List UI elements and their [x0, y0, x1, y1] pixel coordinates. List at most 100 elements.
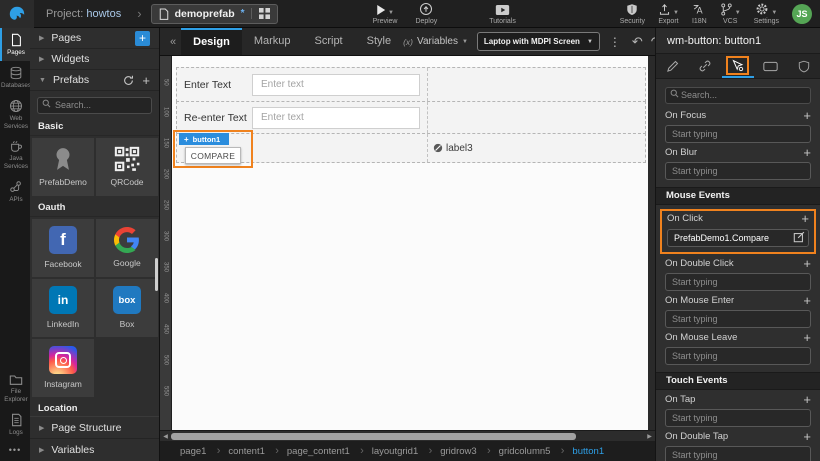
tab-style[interactable]: Style — [355, 28, 403, 55]
preview-button[interactable]: ▼ Preview — [373, 2, 398, 25]
sidebar-item-web-services[interactable]: Web Services — [0, 94, 30, 135]
group-header-location: Location — [30, 399, 159, 417]
prefab-tile-box[interactable]: box Box — [96, 279, 158, 337]
svg-text:A: A — [697, 6, 703, 16]
widget-text-input-2[interactable] — [252, 107, 420, 129]
add-on-double-click-action-button[interactable]: + — [803, 257, 811, 270]
add-page-button[interactable]: + — [135, 31, 150, 46]
tutorials-button[interactable]: Tutorials — [489, 2, 516, 25]
tab-properties[interactable] — [656, 54, 689, 78]
security-button[interactable]: Security — [620, 2, 645, 25]
prefab-tile-google[interactable]: Google — [96, 219, 158, 277]
tab-markup[interactable]: Markup — [242, 28, 303, 55]
vcs-button[interactable]: ▼ VCS — [720, 2, 741, 25]
add-on-click-action-button[interactable]: + — [801, 212, 809, 225]
import-prefab-button[interactable]: + — [142, 73, 150, 88]
compare-button-widget[interactable]: COMPARE — [185, 147, 241, 164]
breadcrumb-content1[interactable]: content1 — [228, 446, 264, 457]
scroll-left-arrow[interactable]: ◀ — [161, 433, 170, 440]
tab-script[interactable]: Script — [303, 28, 355, 55]
sidebar-item-java-services[interactable]: Java Services — [0, 134, 30, 175]
scrollbar-track[interactable] — [170, 433, 645, 440]
add-on-mouse-enter-action-button[interactable]: + — [803, 294, 811, 307]
dashboard-grid-icon[interactable] — [251, 8, 270, 19]
breadcrumb-layoutgrid1[interactable]: layoutgrid1 — [372, 446, 418, 457]
widget-text-input-1[interactable] — [252, 74, 420, 96]
prefab-tile-facebook[interactable]: f Facebook — [32, 219, 94, 277]
section-prefabs[interactable]: ▼ Prefabs + — [30, 70, 159, 91]
on-double-tap-input[interactable] — [665, 446, 811, 461]
i18n-button[interactable]: A I18N — [692, 2, 707, 25]
prefab-tile-qrcode[interactable]: QRCode — [96, 138, 158, 196]
prefab-search-input[interactable] — [37, 97, 152, 114]
tab-events[interactable] — [722, 54, 755, 78]
refresh-icon[interactable] — [123, 75, 134, 86]
rail-more-button[interactable]: ••• — [0, 441, 30, 461]
add-on-tap-action-button[interactable]: + — [803, 393, 811, 406]
section-pages[interactable]: ▶ Pages + — [30, 28, 159, 49]
design-canvas[interactable]: Enter Text Re-enter Text — [172, 56, 648, 430]
breadcrumb-page1[interactable]: page1 — [180, 446, 206, 457]
section-page-structure[interactable]: ▶ Page Structure — [30, 417, 159, 439]
deploy-button[interactable]: Deploy — [415, 2, 437, 25]
on-blur-input[interactable] — [665, 162, 811, 180]
selected-widget-title: wm-button: button1 — [656, 28, 820, 54]
widget-label-reenter-text[interactable]: Re-enter Text — [184, 112, 248, 124]
prefab-tile-instagram[interactable]: Instagram — [32, 339, 94, 397]
section-variables[interactable]: ▶ Variables — [30, 439, 159, 461]
caret-right-icon: ▶ — [39, 424, 44, 432]
scrollbar-thumb[interactable] — [171, 433, 576, 440]
tab-device[interactable] — [754, 54, 787, 78]
variables-dropdown[interactable]: (x) Variables ▼ — [403, 36, 468, 47]
prefab-tile-prefabdemo[interactable]: PrefabDemo — [32, 138, 94, 196]
grid-cell: Enter Text — [177, 68, 428, 101]
on-click-input[interactable] — [667, 229, 809, 247]
add-on-blur-action-button[interactable]: + — [803, 146, 811, 159]
tab-bind[interactable] — [689, 54, 722, 78]
properties-panel: wm-button: button1 — [655, 28, 820, 461]
add-on-double-tap-action-button[interactable]: + — [803, 430, 811, 443]
scroll-right-arrow[interactable]: ▶ — [645, 433, 654, 440]
breadcrumb-button1[interactable]: button1 — [572, 446, 604, 457]
sidebar-item-databases[interactable]: Databases — [0, 61, 30, 94]
wavemaker-logo[interactable] — [0, 0, 34, 28]
export-button[interactable]: ▼ Export — [658, 2, 679, 25]
add-on-mouse-leave-action-button[interactable]: + — [803, 331, 811, 344]
vertical-ruler: 50100150200250300350400450500550 — [160, 56, 172, 430]
collapse-left-panel-button[interactable]: « — [165, 36, 181, 48]
section-widgets[interactable]: ▶ Widgets — [30, 49, 159, 70]
label3-widget[interactable]: label3 — [433, 143, 473, 154]
event-on-blur-label: On Blur — [665, 147, 697, 158]
on-mouse-leave-input[interactable] — [665, 347, 811, 365]
undo-button[interactable]: ↶ — [632, 35, 643, 48]
settings-button[interactable]: ▼ Settings — [754, 2, 779, 25]
on-mouse-enter-input[interactable] — [665, 310, 811, 328]
prefab-tile-linkedin[interactable]: in LinkedIn — [32, 279, 94, 337]
device-select[interactable]: Laptop with MDPI Screen ▼ — [477, 32, 600, 51]
selected-widget-tag[interactable]: + button1 — [179, 133, 229, 145]
open-page-tab[interactable]: demoprefab * — [151, 4, 278, 24]
widget-label-enter-text[interactable]: Enter Text — [184, 79, 248, 91]
add-on-focus-action-button[interactable]: + — [803, 109, 811, 122]
on-double-click-input[interactable] — [665, 273, 811, 291]
tab-design[interactable]: Design — [181, 28, 242, 55]
breadcrumb-gridcolumn5[interactable]: gridcolumn5 — [499, 446, 551, 457]
breadcrumb-page-content1[interactable]: page_content1 — [287, 446, 350, 457]
user-avatar[interactable]: JS — [792, 4, 812, 24]
chevron-down-icon: ▼ — [388, 10, 394, 16]
on-tap-input[interactable] — [665, 409, 811, 427]
on-focus-input[interactable] — [665, 125, 811, 143]
tab-security[interactable] — [787, 54, 820, 78]
events-search-input[interactable] — [665, 87, 811, 104]
sidebar-item-pages[interactable]: Pages — [0, 28, 30, 61]
grid-row-1: Enter Text — [176, 67, 646, 102]
sidebar-item-file-explorer[interactable]: File Explorer — [0, 368, 30, 408]
sidebar-item-apis[interactable]: APIs — [0, 175, 30, 208]
sidebar-item-logs[interactable]: Logs — [0, 408, 30, 441]
more-options-button[interactable]: ⋮ — [609, 35, 621, 49]
breadcrumb-gridrow3[interactable]: gridrow3 — [440, 446, 476, 457]
prefab-search — [30, 91, 159, 117]
left-panel-scrollbar[interactable] — [155, 258, 158, 291]
edit-on-click-button[interactable] — [793, 231, 805, 243]
prefab-list: Basic PrefabDemo QRCode Oauth f Facebook — [30, 117, 159, 417]
